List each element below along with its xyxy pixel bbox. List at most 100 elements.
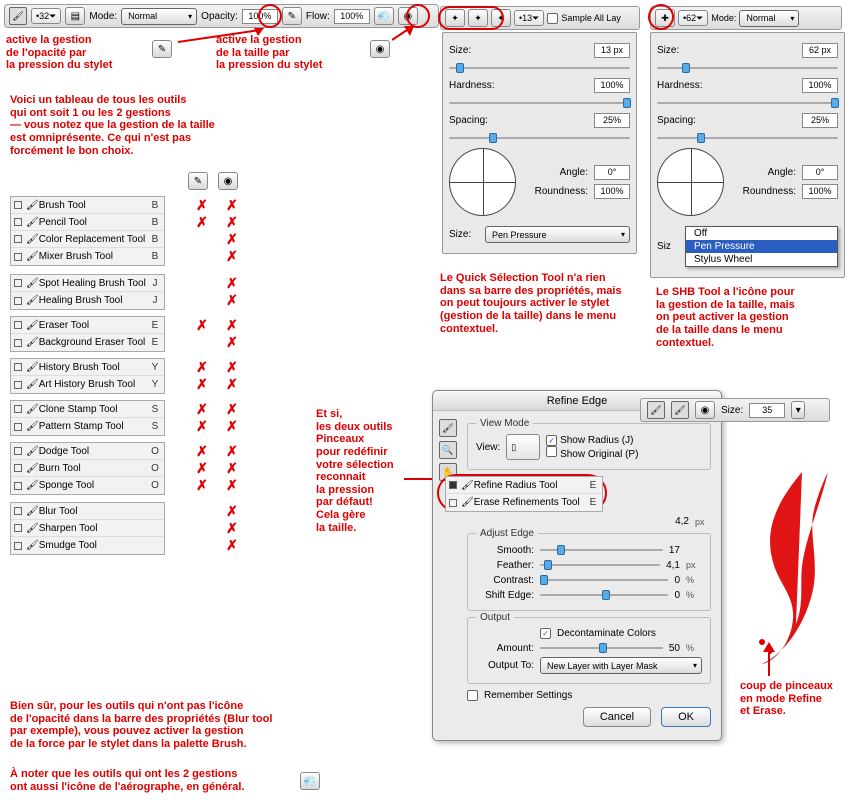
tool-row[interactable]: 🖌Sharpen Tool [11, 520, 164, 537]
tool-row[interactable]: 🖌Art History Brush ToolY [11, 376, 164, 393]
roundness-field[interactable]: 100% [594, 184, 630, 199]
refine-brush-a-icon[interactable]: 🖌 [647, 401, 665, 419]
dd-off[interactable]: Off [686, 227, 837, 240]
x-mark: ✗ [222, 538, 242, 555]
dd-pen-pressure[interactable]: Pen Pressure [686, 240, 837, 253]
view-label: View: [476, 442, 500, 453]
contrast-slider[interactable] [540, 574, 668, 586]
x-mark: ✗ [222, 249, 242, 266]
tool-row[interactable]: 🖌Mixer Brush ToolB [11, 248, 164, 265]
shb-bar: ✚ • 62 ⏷ Mode: Normal [650, 6, 842, 30]
smooth-slider[interactable] [540, 544, 663, 556]
tool-row[interactable]: 🖌Brush ToolB [11, 197, 164, 214]
radius-field[interactable]: 4,2 [675, 516, 689, 527]
brush-preset-picker[interactable]: • 32 ⏷ [31, 8, 61, 24]
smooth-field[interactable]: 17 [669, 545, 680, 556]
show-original-checkbox[interactable] [546, 446, 557, 457]
decontaminate-checkbox[interactable]: ✓ [540, 628, 551, 639]
brush-panel-qs: Size:13 px Hardness:100% Spacing:25% Ang… [442, 32, 637, 254]
opacity-pressure-icon[interactable]: ✎ [282, 7, 302, 25]
size-stepper[interactable]: ▾ [791, 401, 805, 419]
size-slider[interactable] [657, 62, 838, 74]
x-mark: ✗ [192, 478, 212, 495]
tool-row[interactable]: 🖌Burn ToolO [11, 460, 164, 477]
tool-refine-radius[interactable]: 🖌Refine Radius ToolE [446, 477, 602, 494]
cancel-button[interactable]: Cancel [583, 707, 651, 727]
amount-field[interactable]: 50 [669, 643, 680, 654]
refine-zoom-icon[interactable]: 🔍 [439, 441, 457, 459]
shb-brush-picker[interactable]: • 62 ⏷ [678, 10, 708, 26]
tool-row[interactable]: 🖌History Brush ToolY [11, 359, 164, 376]
tool-row[interactable]: 🖌Dodge ToolO [11, 443, 164, 460]
brush-panel-toggle-icon[interactable]: ▤ [65, 7, 85, 25]
size-field[interactable]: 13 px [594, 43, 630, 58]
size-field[interactable]: 62 px [802, 43, 838, 58]
hardness-slider[interactable] [449, 97, 630, 109]
refine-tools-flyout: 🖌Refine Radius ToolE 🖌Erase Refinements … [445, 476, 603, 512]
x-mark: ✗ [222, 293, 242, 310]
output-to-select[interactable]: New Layer with Layer Mask [540, 657, 702, 674]
hardness-slider[interactable] [657, 97, 838, 109]
refine-brush-icon[interactable]: 🖌 [439, 419, 457, 437]
brush-tip-preview[interactable] [657, 148, 724, 216]
tool-row[interactable]: 🖌Eraser ToolE [11, 317, 164, 334]
roundness-field[interactable]: 100% [802, 184, 838, 199]
tool-row[interactable]: 🖌Background Eraser ToolE [11, 334, 164, 351]
feather-label: Feather: [476, 560, 534, 571]
brush-tool-icon[interactable]: 🖌 [9, 7, 27, 25]
header-size-icon: ◉ [218, 172, 238, 190]
tool-row[interactable]: 🖌Sponge ToolO [11, 477, 164, 494]
ok-button[interactable]: OK [661, 707, 711, 727]
view-picker[interactable]: ▯ [506, 434, 540, 460]
brush-size-value: 32 [39, 11, 49, 21]
x-mark: ✗ [192, 419, 212, 436]
remember-checkbox[interactable] [467, 690, 478, 701]
hardness-field[interactable]: 100% [594, 78, 630, 93]
airbrush-icon[interactable]: 💨 [374, 7, 394, 25]
tool-row[interactable]: 🖌Blur Tool [11, 503, 164, 520]
size-slider[interactable] [449, 62, 630, 74]
blend-mode-select[interactable]: Normal [121, 8, 197, 25]
view-mode-group: View Mode View: ▯ ✓ Show Radius (J) Show… [467, 423, 711, 470]
qs-sample-checkbox[interactable] [547, 13, 558, 24]
flow-field[interactable]: 100% [334, 9, 370, 24]
x-mark: ✗ [192, 377, 212, 394]
tool-row[interactable]: 🖌Spot Healing Brush ToolJ [11, 275, 164, 292]
amount-slider[interactable] [540, 642, 663, 654]
tool-row[interactable]: 🖌Color Replacement ToolB [11, 231, 164, 248]
show-radius-checkbox[interactable]: ✓ [546, 435, 557, 446]
spacing-slider[interactable] [449, 132, 630, 144]
tool-row[interactable]: 🖌Pattern Stamp ToolS [11, 418, 164, 435]
feather-field[interactable]: 4,1 [666, 560, 680, 571]
shift-slider[interactable] [540, 589, 668, 601]
control-select[interactable]: Pen Pressure [485, 226, 630, 243]
brush-panel-shb: Size:62 px Hardness:100% Spacing:25% Ang… [650, 32, 845, 278]
qs-brush-picker[interactable]: • 13 ⏷ [514, 10, 544, 26]
tool-erase-refinements[interactable]: 🖌Erase Refinements ToolE [446, 494, 602, 511]
x-mark: ✗ [222, 461, 242, 478]
control-select-open[interactable]: Off Pen Pressure Stylus Wheel [685, 226, 838, 267]
hardness-field[interactable]: 100% [802, 78, 838, 93]
x-mark: ✗ [222, 478, 242, 495]
size-field[interactable]: 35 [749, 403, 785, 418]
spacing-field[interactable]: 25% [802, 113, 838, 128]
angle-field[interactable]: 0° [594, 165, 630, 180]
dd-stylus-wheel[interactable]: Stylus Wheel [686, 253, 837, 266]
tool-row[interactable]: 🖌Healing Brush ToolJ [11, 292, 164, 309]
tool-row[interactable]: 🖌Pencil ToolB [11, 214, 164, 231]
size-label: Size: [721, 405, 743, 416]
tool-row[interactable]: 🖌Clone Stamp ToolS [11, 401, 164, 418]
x-mark: ✗ [222, 360, 242, 377]
refine-size-pressure-icon[interactable]: ◉ [695, 401, 715, 419]
shift-field[interactable]: 0 [674, 590, 680, 601]
shb-mode-select[interactable]: Normal [739, 10, 799, 27]
annotation-refine: Et si, les deux outils Pinceaux pour red… [316, 408, 394, 534]
spacing-field[interactable]: 25% [594, 113, 630, 128]
contrast-field[interactable]: 0 [674, 575, 680, 586]
brush-tip-preview[interactable] [449, 148, 516, 216]
tool-row[interactable]: 🖌Smudge Tool [11, 537, 164, 554]
spacing-slider[interactable] [657, 132, 838, 144]
refine-brush-b-icon[interactable]: 🖌 [671, 401, 689, 419]
feather-slider[interactable] [540, 559, 660, 571]
angle-field[interactable]: 0° [802, 165, 838, 180]
